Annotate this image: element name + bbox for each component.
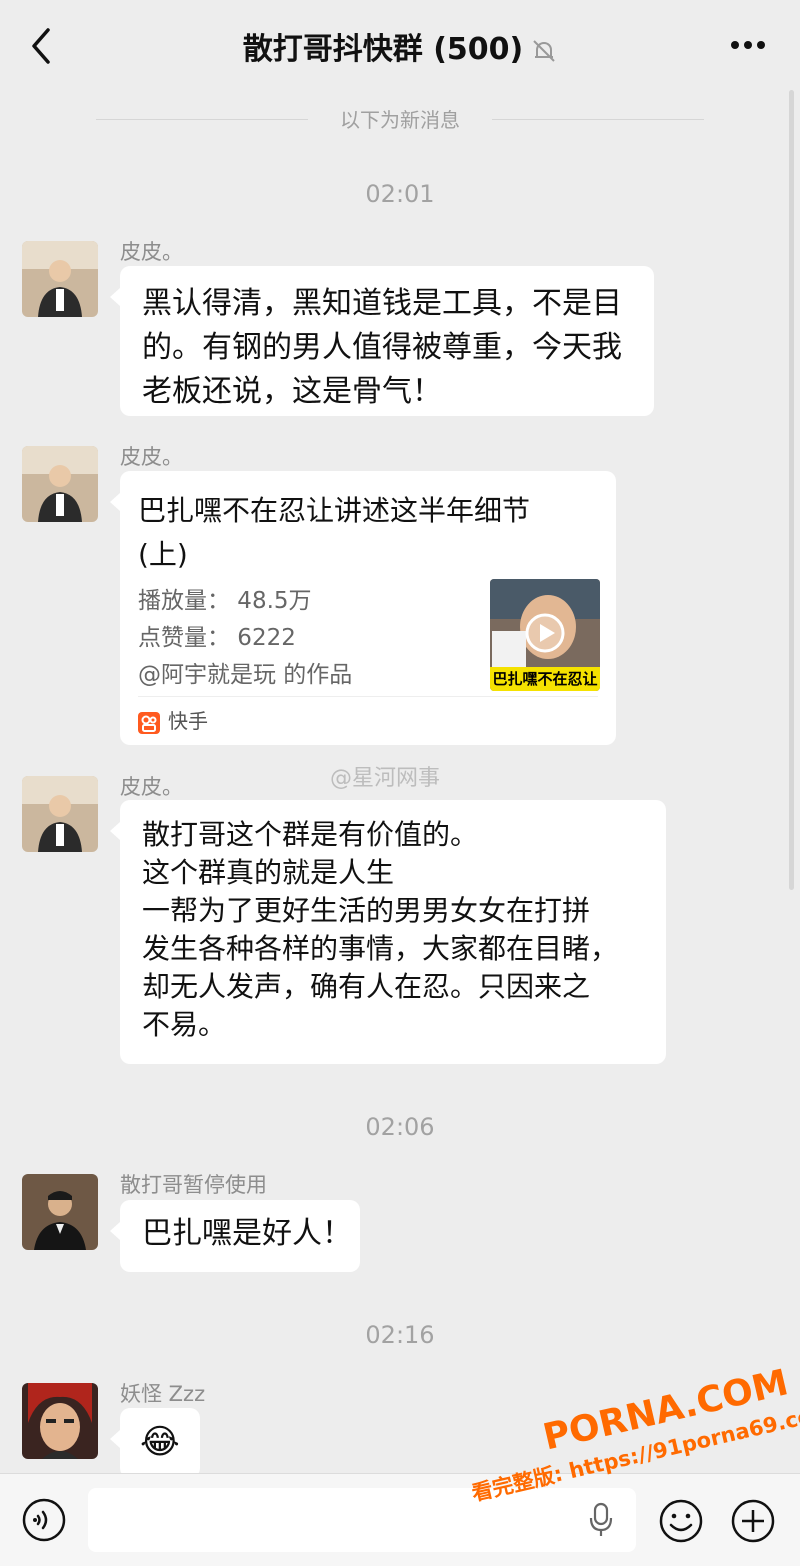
card-author: @阿宇就是玩 的作品	[138, 662, 353, 688]
avatar[interactable]	[22, 241, 98, 317]
kuaishou-logo-icon	[138, 711, 160, 734]
message-bubble[interactable]: 巴扎嘿是好人！	[110, 1200, 360, 1272]
card-title: 巴扎嘿不在忍让讲述这半年细节 (上)	[138, 494, 531, 571]
chat-header: 散打哥抖快群 (500)	[0, 0, 800, 92]
weibo-watermark: @星河网事	[330, 766, 441, 791]
more-options-icon[interactable]	[730, 40, 766, 50]
sender-name: 皮皮。	[120, 240, 183, 264]
timestamp: 02:06	[365, 1113, 435, 1141]
message-text: 黑认得清，黑知道钱是工具，不是目 的。有钢的男人值得被尊重，今天我 老板还说，这…	[142, 286, 622, 409]
card-divider	[138, 696, 598, 697]
message-bubble[interactable]: 散打哥这个群是有价值的。 这个群真的就是人生 一帮为了更好生活的男男女女在打拼 …	[110, 800, 666, 1064]
chat-title-text: 散打哥抖快群 (500)	[242, 32, 524, 67]
message-bubble[interactable]: 黑认得清，黑知道钱是工具，不是目 的。有钢的男人值得被尊重，今天我 老板还说，这…	[110, 266, 654, 416]
chat-title: 散打哥抖快群 (500)	[0, 24, 800, 68]
new-messages-label: 以下为新消息	[340, 108, 460, 132]
avatar[interactable]	[22, 776, 98, 852]
timestamp: 02:01	[365, 180, 435, 208]
video-thumbnail[interactable]: 巴扎嘿不在忍让	[490, 579, 600, 691]
card-source: 快手	[138, 705, 208, 734]
message-bubble[interactable]: 😂	[110, 1408, 200, 1478]
message-text: 散打哥这个群是有价值的。 这个群真的就是人生 一帮为了更好生活的男男女女在打拼 …	[142, 818, 619, 1041]
sender-name: 散打哥暂停使用	[120, 1173, 267, 1197]
sender-name: 皮皮。	[120, 775, 183, 799]
card-like-count: 点赞量： 6222	[138, 625, 296, 651]
avatar[interactable]	[22, 1174, 98, 1250]
voice-toggle-icon[interactable]	[22, 1498, 66, 1542]
video-share-card[interactable]: 巴扎嘿不在忍让讲述这半年细节 (上) 播放量： 48.5万 点赞量： 6222 …	[110, 471, 616, 745]
message-text: 巴扎嘿是好人！	[142, 1216, 352, 1251]
sender-name: 妖怪 Zzz	[120, 1382, 206, 1406]
card-play-count: 播放量： 48.5万	[138, 588, 312, 614]
thumbnail-caption: 巴扎嘿不在忍让	[492, 670, 598, 688]
scrollbar[interactable]	[789, 90, 794, 890]
mute-bell-icon	[533, 39, 555, 62]
avatar[interactable]	[22, 1383, 98, 1459]
crying-laughing-emoji-icon: 😂	[140, 1422, 180, 1462]
sender-name: 皮皮。	[120, 445, 183, 469]
timestamp: 02:16	[365, 1321, 435, 1349]
avatar[interactable]	[22, 446, 98, 522]
promo-watermark: PORNA.COM 看完整版: https://91porna69.com	[470, 1362, 800, 1540]
